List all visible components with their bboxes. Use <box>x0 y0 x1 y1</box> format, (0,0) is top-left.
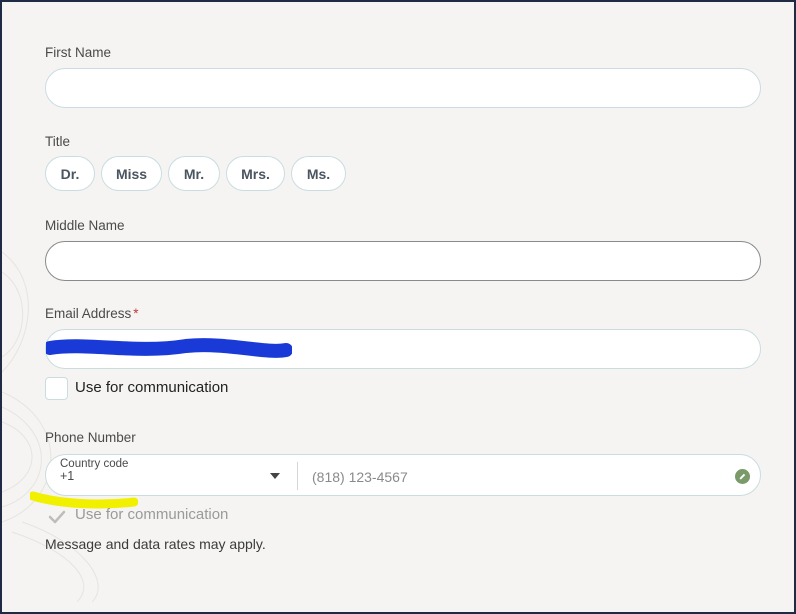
title-option-miss[interactable]: Miss <box>101 156 162 191</box>
email-label-text: Email Address <box>45 306 132 321</box>
title-label: Title <box>45 134 71 149</box>
phone-divider <box>297 462 298 490</box>
title-option-ms[interactable]: Ms. <box>291 156 346 191</box>
redaction-scribble <box>46 338 292 358</box>
phone-number-input[interactable]: (818) 123-4567 <box>312 469 408 485</box>
middle-name-label: Middle Name <box>45 218 125 233</box>
title-option-mr[interactable]: Mr. <box>168 156 220 191</box>
phone-communication-label: Use for communication <box>75 506 229 523</box>
email-communication-label: Use for communication <box>75 379 229 396</box>
title-button-group: Dr. Miss Mr. Mrs. Ms. <box>45 156 346 191</box>
first-name-input[interactable] <box>45 68 761 108</box>
country-code-value[interactable]: +1 <box>60 469 74 483</box>
middle-name-input[interactable] <box>45 241 761 281</box>
phone-label: Phone Number <box>45 430 136 445</box>
caret-down-icon[interactable] <box>270 473 280 479</box>
first-name-label: First Name <box>45 45 112 60</box>
check-icon[interactable] <box>45 505 69 529</box>
title-option-mrs[interactable]: Mrs. <box>226 156 285 191</box>
phone-field: Country code +1 (818) 123-4567 <box>45 454 761 496</box>
email-communication-checkbox[interactable] <box>45 377 68 400</box>
pencil-edit-icon[interactable] <box>735 469 750 484</box>
required-asterisk: * <box>133 306 139 321</box>
title-option-dr[interactable]: Dr. <box>45 156 95 191</box>
email-label: Email Address * <box>45 306 139 321</box>
rates-note: Message and data rates may apply. <box>45 536 266 552</box>
